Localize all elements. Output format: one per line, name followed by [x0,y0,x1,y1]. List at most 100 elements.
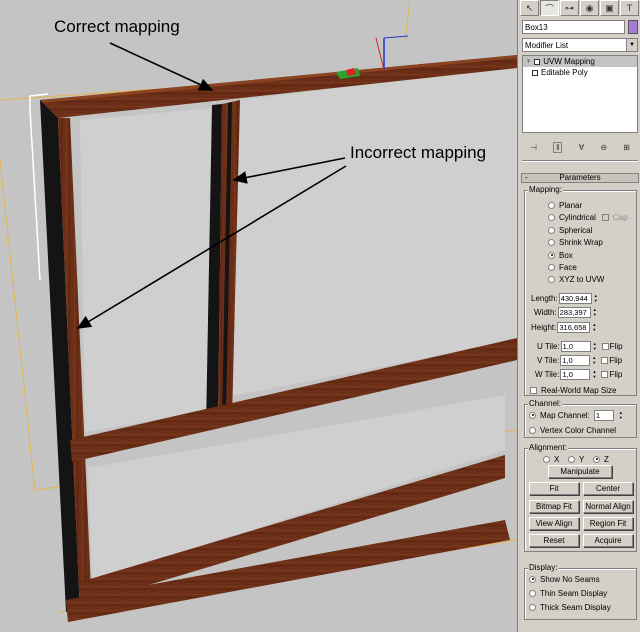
tab-create[interactable]: ↖ [520,0,539,16]
stack-toolbar: ⊣ ‖ ∀ ⊖ ⊞ [522,140,638,154]
length-input[interactable]: 430,944 [558,292,592,304]
fit-button[interactable]: Fit [529,482,579,495]
mapping-shrink-wrap[interactable]: Shrink Wrap [548,237,603,247]
stack-item-label: UVW Mapping [543,57,595,66]
w-flip-checkbox[interactable] [601,370,609,378]
height-input[interactable]: 316,658 [557,321,591,333]
stack-item-uvw-mapping[interactable]: ♀ UVW Mapping [523,56,637,67]
stack-item-label: Editable Poly [541,68,588,77]
radio-planar[interactable] [548,201,555,209]
center-button[interactable]: Center [583,482,633,495]
radio-xyz-to-uvw[interactable] [548,275,555,283]
mapping-face[interactable]: Face [548,262,577,272]
map-channel-input[interactable]: 1 [593,409,614,421]
parameters-rollout-header[interactable]: - Parameters [521,173,639,183]
mapping-planar[interactable]: Planar [548,200,582,210]
radio-align-z[interactable] [593,455,600,463]
align-x-option[interactable]: X [543,454,559,464]
lightbulb-icon[interactable]: ♀ [526,56,531,67]
mapping-xyz-to-uvw[interactable]: XYZ to UVW [548,274,604,284]
object-name-field[interactable]: Box13 [522,20,625,34]
v-tile-input[interactable]: 1,0 [560,354,591,366]
mapping-group: Mapping: Planar Cylindrical Cap Spherica… [524,185,637,396]
w-tile-spinner: W Tile: 1,0 ▲ ▼ Flip [535,368,623,380]
v-tile-spinner: V Tile: 1,0 ▲ ▼ Flip [537,354,623,366]
width-input[interactable]: 283,397 [557,306,591,318]
show-end-result-icon[interactable]: ‖ [553,141,563,153]
tab-hierarchy[interactable]: ⊶ [560,0,579,16]
modifier-list-dropdown[interactable]: Modifier List ▼ [522,38,638,52]
vertex-color-channel-option[interactable]: Vertex Color Channel [529,425,616,435]
mapping-cylindrical[interactable]: Cylindrical Cap [548,212,628,222]
spinner-arrows-icon[interactable]: ▲ ▼ [591,355,597,366]
manipulate-button[interactable]: Manipulate [548,465,612,478]
configure-sets-icon[interactable]: ⊞ [623,143,630,152]
make-unique-icon[interactable]: ∀ [579,143,584,152]
real-world-map-size[interactable]: Real-World Map Size [530,385,616,395]
show-no-seams-option[interactable]: Show No Seams [529,574,600,584]
width-spinner: Width: 283,397 ▲ ▼ [534,306,598,318]
tab-utilities[interactable]: T [620,0,639,16]
spinner-arrows-icon[interactable]: ▲ ▼ [591,369,597,380]
radio-map-channel[interactable] [529,411,536,419]
radio-align-x[interactable] [543,455,550,463]
spinner-arrows-icon[interactable]: ▲ ▼ [593,293,599,304]
align-y-option[interactable]: Y [568,454,584,464]
u-tile-spinner: U Tile: 1,0 ▲ ▼ Flip [537,340,623,352]
bitmap-fit-button[interactable]: Bitmap Fit [529,500,579,513]
mapping-spherical[interactable]: Spherical [548,225,592,235]
remove-modifier-icon[interactable]: ⊖ [600,143,607,152]
acquire-button[interactable]: Acquire [583,534,633,547]
mapping-label: Mapping: [528,185,563,194]
map-channel-option[interactable]: Map Channel: 1 ▲ ▼ [529,409,624,421]
mapping-box[interactable]: Box [548,250,573,260]
radio-show-no-seams[interactable] [529,575,536,583]
region-fit-button[interactable]: Region Fit [583,517,633,530]
u-flip-checkbox[interactable] [601,342,609,350]
expand-icon[interactable] [532,69,538,76]
object-color-swatch[interactable] [628,20,638,34]
view-align-button[interactable]: View Align [529,517,579,530]
radio-align-y[interactable] [568,455,575,463]
collapse-icon: - [525,173,528,182]
cap-checkbox[interactable] [601,213,609,221]
pin-stack-icon[interactable]: ⊣ [530,143,537,152]
v-flip-checkbox[interactable] [601,356,609,364]
tab-display[interactable]: ▣ [600,0,619,16]
display-icon: ▣ [605,2,614,13]
normal-align-button[interactable]: Normal Align [583,500,633,513]
rollout-title: Parameters [559,173,601,182]
radio-shrink-wrap[interactable] [548,238,555,246]
align-z-option[interactable]: Z [593,454,609,464]
height-spinner: Height: 316,658 ▲ ▼ [531,321,597,333]
radio-vertex-color[interactable] [529,426,536,434]
radio-thin-seam[interactable] [529,589,536,597]
reset-button[interactable]: Reset [529,534,579,547]
radio-spherical[interactable] [548,226,555,234]
expand-icon[interactable] [534,58,541,65]
spinner-arrows-icon[interactable]: ▲ ▼ [592,307,598,318]
spinner-arrows-icon[interactable]: ▲ ▼ [591,322,597,333]
modifier-stack[interactable]: ♀ UVW Mapping Editable Poly [522,55,638,133]
thick-seam-option[interactable]: Thick Seam Display [529,602,611,612]
tab-modify[interactable]: ⌒ [540,0,559,16]
radio-cylindrical[interactable] [548,213,555,221]
real-world-checkbox[interactable] [530,386,537,394]
divider [522,160,638,162]
w-tile-input[interactable]: 1,0 [560,368,591,380]
radio-box[interactable] [548,251,555,259]
radio-face[interactable] [548,263,555,271]
stack-item-editable-poly[interactable]: Editable Poly [523,67,637,78]
u-tile-input[interactable]: 1,0 [560,340,591,352]
viewport-scene [0,0,517,622]
channel-label: Channel: [528,399,563,408]
alignment-label: Alignment: [528,443,568,452]
correct-mapping-label: Correct mapping [54,17,180,36]
spinner-arrows-icon[interactable]: ▲ ▼ [618,410,624,421]
spinner-arrows-icon[interactable]: ▲ ▼ [592,341,598,352]
thin-seam-option[interactable]: Thin Seam Display [529,588,607,598]
perspective-viewport[interactable]: Correct mapping Incorrect mapping [0,0,517,632]
modifier-list-label: Modifier List [525,41,569,50]
tab-motion[interactable]: ◉ [580,0,599,16]
radio-thick-seam[interactable] [529,603,536,611]
